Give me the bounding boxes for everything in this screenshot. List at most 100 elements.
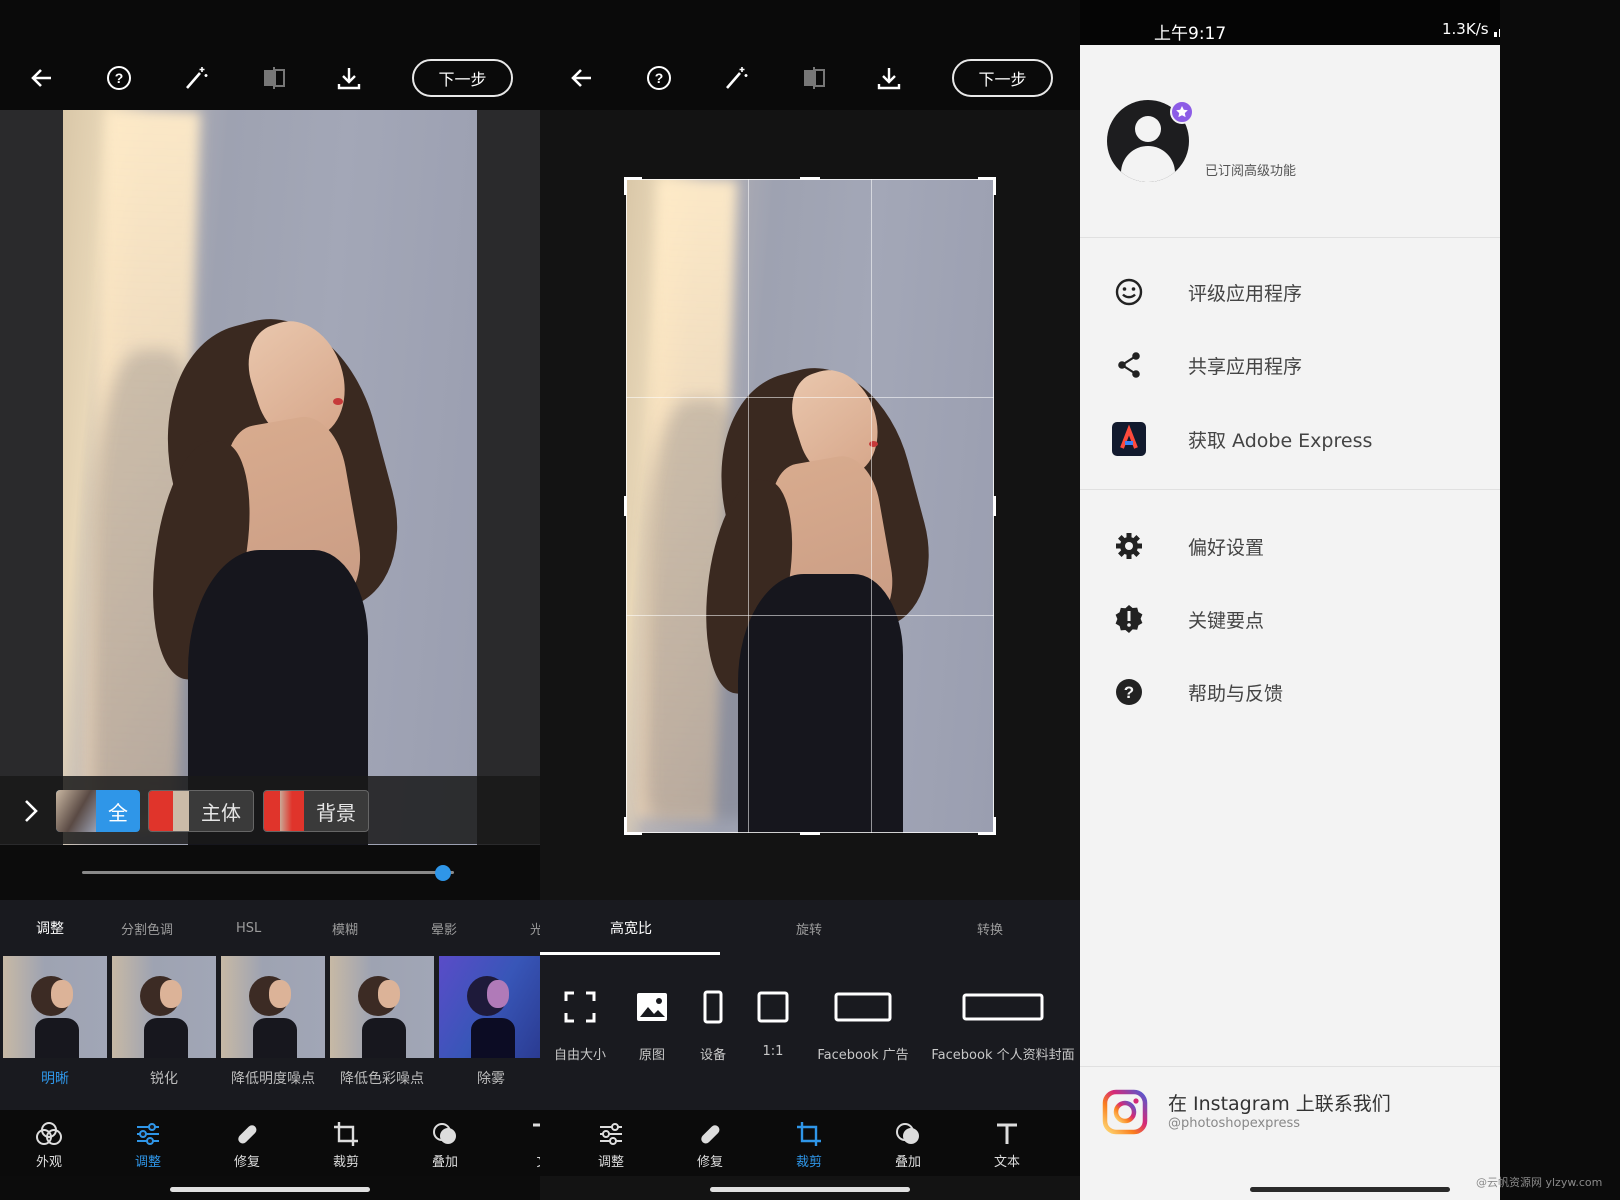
home-indicator[interactable] (1250, 1187, 1450, 1192)
tab-split-tone[interactable]: 分割色调 (121, 919, 173, 938)
filter-label: 降低明度噪点 (231, 1071, 315, 1087)
ratio-facebook-cover[interactable]: Facebook 个人资料封面 (928, 990, 1078, 1063)
menu-label: 共享应用程序 (1188, 355, 1303, 378)
chip-label: 全 (108, 800, 128, 825)
help-circle-icon: ? (1116, 679, 1142, 705)
ratio-label: 1:1 (762, 1044, 784, 1059)
free-size-icon (564, 991, 596, 1023)
nav-heal[interactable]: 修复 (212, 1120, 282, 1170)
ratio-device[interactable]: 设备 (688, 990, 738, 1063)
nav-crop[interactable]: 裁剪 (774, 1120, 844, 1170)
nav-adjust[interactable]: 调整 (576, 1120, 646, 1170)
back-arrow-icon[interactable] (562, 58, 602, 98)
crop-handle-top[interactable] (800, 177, 820, 180)
tab-blur[interactable]: 模糊 (332, 919, 358, 938)
nav-text-partial[interactable]: 文 (508, 1120, 540, 1170)
crop-border (626, 179, 994, 833)
home-indicator[interactable] (170, 1187, 370, 1192)
compare-icon[interactable] (254, 58, 294, 98)
download-icon[interactable] (869, 58, 909, 98)
svg-text:?: ? (655, 70, 664, 86)
filter-thumb-dehaze[interactable] (439, 956, 540, 1058)
instagram-icon[interactable] (1102, 1089, 1148, 1139)
filter-label: 降低色彩噪点 (340, 1071, 424, 1087)
compare-icon[interactable] (794, 58, 834, 98)
divider (1080, 237, 1500, 238)
gear-icon (1116, 533, 1142, 559)
tab-aspect-ratio[interactable]: 高宽比 (610, 918, 652, 938)
sliders-icon (600, 1123, 622, 1145)
tab-light[interactable]: 光 (530, 919, 540, 938)
segment-chip-background[interactable]: 背景 (263, 790, 369, 832)
edit-panel-adjust: ? 下一步 全 主体 背景 调整 分割色调 HSL 模糊 晕影 光 明晰 锐化 … (0, 0, 540, 1200)
filter-label: 锐化 (150, 1071, 178, 1087)
photo-canvas[interactable] (63, 110, 477, 845)
overlay-icon (896, 1123, 919, 1144)
segment-chip-all[interactable]: 全 (56, 790, 140, 832)
nav-label: 裁剪 (332, 1155, 359, 1170)
back-arrow-icon[interactable] (22, 58, 62, 98)
crop-frame[interactable] (624, 177, 996, 835)
nav-crop[interactable]: 裁剪 (311, 1120, 381, 1170)
crop-handle-bottom-right[interactable] (978, 817, 996, 835)
filter-thumb-color-noise[interactable] (330, 956, 434, 1058)
ratio-facebook-ad[interactable]: Facebook 广告 (808, 990, 918, 1063)
crop-handle-right[interactable] (993, 496, 996, 516)
premium-star-icon (1170, 100, 1194, 124)
ratio-1-1[interactable]: 1:1 (748, 990, 798, 1059)
menu-share-app[interactable]: 共享应用程序 (1112, 348, 1302, 382)
next-step-button[interactable]: 下一步 (412, 59, 513, 97)
filter-thumb-clarity[interactable] (3, 956, 107, 1058)
adjust-slider-knob[interactable] (434, 865, 451, 881)
edit-panel-crop: ? 下一步 高宽比 旋转 转换 自由大小 原图 设备 1:1 Facebook … (540, 0, 1080, 1200)
ratio-original[interactable]: 原图 (627, 990, 677, 1063)
nav-overlay[interactable]: 叠加 (410, 1120, 480, 1170)
tab-vignette[interactable]: 晕影 (431, 919, 457, 938)
adjust-tabs: 调整 分割色调 HSL 模糊 晕影 光 (0, 900, 540, 956)
next-step-button[interactable]: 下一步 (952, 59, 1053, 97)
tab-adjust[interactable]: 调整 (36, 918, 64, 938)
wide-rect-icon (834, 992, 892, 1022)
filter-thumb-luminance-noise[interactable] (221, 956, 325, 1058)
menu-get-adobe-express[interactable]: 获取 Adobe Express (1112, 422, 1372, 456)
menu-rate-app[interactable]: 评级应用程序 (1112, 275, 1302, 309)
nav-overlay[interactable]: 叠加 (873, 1120, 943, 1170)
magic-wand-icon[interactable] (716, 58, 756, 98)
nav-label: 修复 (233, 1155, 260, 1170)
download-icon[interactable] (329, 58, 369, 98)
help-icon[interactable]: ? (99, 58, 139, 98)
home-indicator[interactable] (710, 1187, 910, 1192)
ratio-free[interactable]: 自由大小 (550, 990, 610, 1063)
tab-transform[interactable]: 转换 (977, 919, 1003, 938)
nav-label: 叠加 (894, 1155, 921, 1170)
adobe-express-icon (1112, 422, 1146, 456)
crop-handle-top-right[interactable] (978, 177, 996, 195)
instagram-title[interactable]: 在 Instagram 上联系我们 (1168, 1089, 1391, 1116)
dimmed-background[interactable] (1500, 0, 1620, 1200)
segment-chip-subject[interactable]: 主体 (148, 790, 254, 832)
adjust-slider-track[interactable] (82, 871, 454, 874)
alert-badge-icon (1115, 605, 1143, 633)
nav-heal[interactable]: 修复 (675, 1120, 745, 1170)
tab-hsl[interactable]: HSL (236, 921, 261, 936)
nav-looks[interactable]: 外观 (14, 1120, 84, 1170)
expand-chevron-icon[interactable] (22, 796, 40, 830)
chip-label: 主体 (201, 800, 241, 825)
ratio-label: 自由大小 (553, 1048, 606, 1063)
help-icon[interactable]: ? (639, 58, 679, 98)
menu-preferences[interactable]: 偏好设置 (1112, 529, 1264, 563)
crop-handle-bottom-left[interactable] (624, 817, 642, 835)
chip-label: 背景 (316, 800, 356, 825)
crop-handle-top-left[interactable] (624, 177, 642, 195)
tab-rotate[interactable]: 旋转 (796, 919, 822, 938)
nav-text[interactable]: 文本 (972, 1120, 1042, 1170)
magic-wand-icon[interactable] (176, 58, 216, 98)
crop-handle-left[interactable] (624, 496, 627, 516)
subscription-status: 已订阅高级功能 (1205, 164, 1297, 179)
menu-key-points[interactable]: 关键要点 (1112, 602, 1264, 636)
filter-thumb-sharpen[interactable] (112, 956, 216, 1058)
menu-help-feedback[interactable]: ? 帮助与反馈 (1112, 675, 1283, 709)
nav-adjust[interactable]: 调整 (113, 1120, 183, 1170)
crop-handle-bottom[interactable] (800, 832, 820, 835)
chip-thumbnail (264, 791, 304, 831)
